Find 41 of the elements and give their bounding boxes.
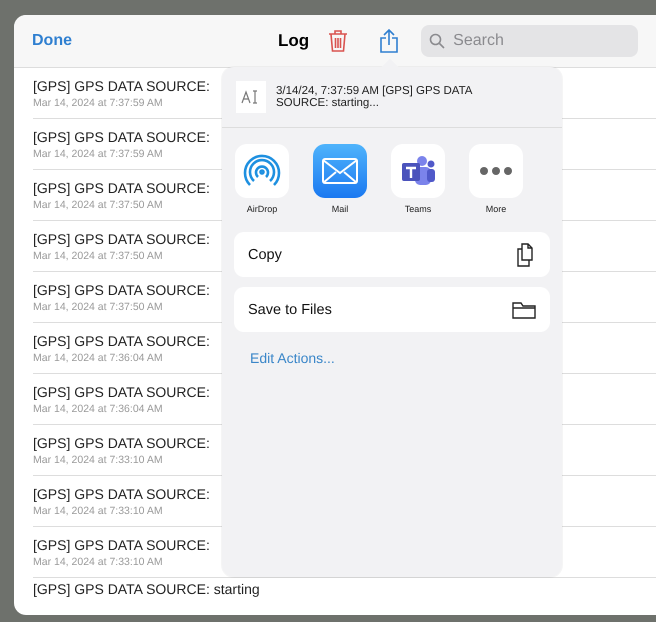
folder-icon bbox=[512, 300, 536, 318]
done-button[interactable]: Done bbox=[32, 32, 72, 50]
log-entry-title: [GPS] GPS DATA SOURCE: bbox=[33, 78, 210, 94]
app-label: More bbox=[486, 204, 506, 214]
log-entry-title: [GPS] GPS DATA SOURCE: bbox=[33, 536, 210, 552]
log-entry-title: [GPS] GPS DATA SOURCE: bbox=[33, 332, 210, 348]
log-entry-date: Mar 14, 2024 at 7:37:50 AM bbox=[33, 250, 163, 262]
log-entry-date: Mar 14, 2024 at 7:33:10 AM bbox=[33, 556, 163, 568]
app-label: Mail bbox=[332, 204, 348, 214]
log-entry-title: [GPS] GPS DATA SOURCE: bbox=[33, 434, 210, 450]
log-entry-date: Mar 14, 2024 at 7:33:10 AM bbox=[33, 454, 163, 466]
log-entry-title: [GPS] GPS DATA SOURCE: bbox=[33, 230, 210, 246]
airdrop-app-icon[interactable] bbox=[235, 144, 289, 198]
window-title: Log bbox=[278, 31, 310, 51]
copy-action-button[interactable]: Copy bbox=[234, 232, 550, 277]
log-entry-title: [GPS] GPS DATA SOURCE: bbox=[33, 486, 210, 502]
share-icon[interactable] bbox=[379, 28, 400, 54]
log-entry-title: [GPS] GPS DATA SOURCE: bbox=[33, 128, 210, 144]
log-entry-date: Mar 14, 2024 at 7:33:10 AM bbox=[33, 504, 163, 516]
teams-app-icon[interactable] bbox=[391, 144, 445, 198]
log-entry-date: Mar 14, 2024 at 7:37:50 AM bbox=[33, 198, 163, 210]
log-entry-date: Mar 14, 2024 at 7:37:59 AM bbox=[33, 96, 163, 108]
log-entry-date: Mar 14, 2024 at 7:37:50 AM bbox=[33, 300, 163, 312]
search-field[interactable]: Search bbox=[421, 25, 638, 57]
log-entry-date: Mar 14, 2024 at 7:36:04 AM bbox=[33, 352, 163, 364]
mail-app-icon[interactable] bbox=[313, 144, 367, 198]
search-icon bbox=[429, 33, 446, 49]
log-entry-date: Mar 14, 2024 at 7:37:59 AM bbox=[33, 148, 163, 160]
more-app-icon[interactable] bbox=[469, 144, 523, 198]
app-label: Teams bbox=[404, 204, 432, 214]
search-field[interactable]: Search bbox=[451, 31, 626, 51]
log-entry-title: [GPS] GPS DATA SOURCE: bbox=[33, 282, 210, 298]
files-action-button[interactable]: Save to Files bbox=[234, 287, 550, 332]
text-document-icon bbox=[236, 81, 266, 113]
app-label: AirDrop bbox=[246, 204, 278, 214]
log-entry-title: [GPS] GPS DATA SOURCE: bbox=[33, 384, 210, 400]
share-preview-text: 3/14/24, 7:37:59 AM [GPS] GPS DATA SOURCE: starting... bbox=[276, 85, 474, 109]
trash-icon[interactable] bbox=[327, 29, 350, 53]
log-entry-date: Mar 14, 2024 at 7:36:04 AM bbox=[33, 402, 163, 414]
log-entry-title: [GPS] GPS DATA SOURCE: bbox=[33, 180, 210, 196]
log-entry-title: [GPS] GPS DATA SOURCE: starting bbox=[33, 581, 260, 597]
